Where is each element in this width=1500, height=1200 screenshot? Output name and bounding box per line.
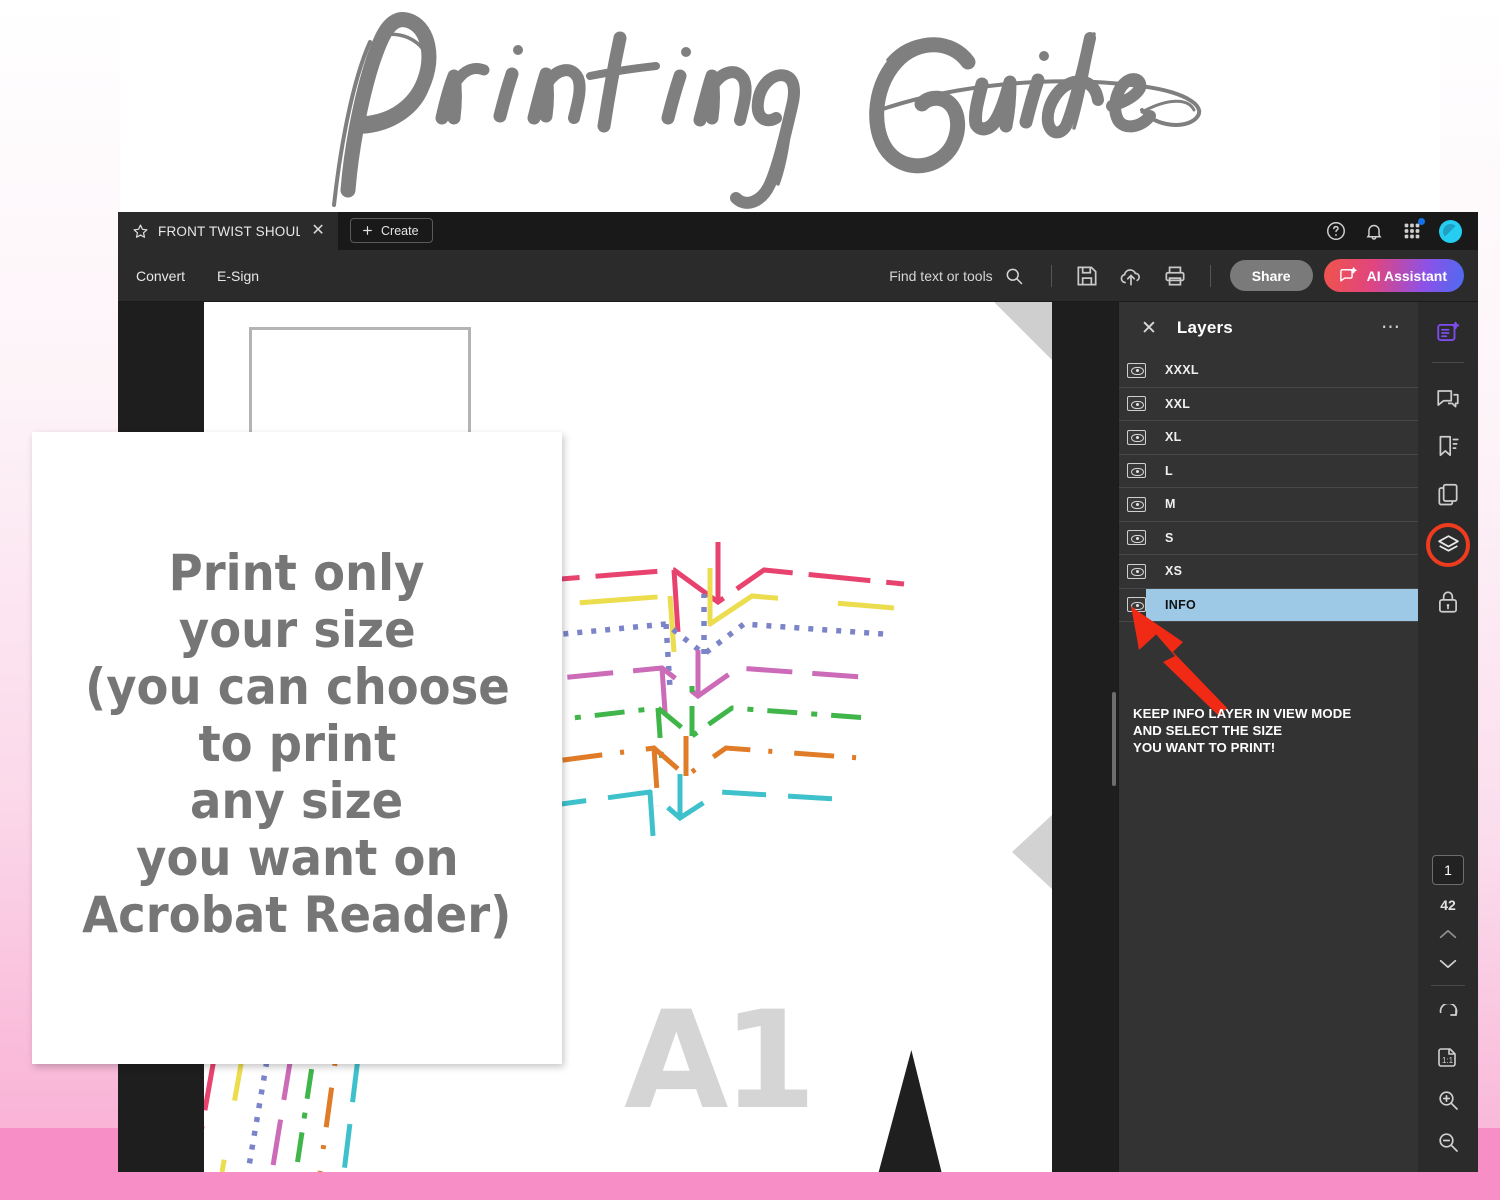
- plus-icon: [361, 224, 374, 237]
- titlebar-actions: [1325, 212, 1478, 250]
- create-button-label: Create: [381, 224, 419, 238]
- instruction-line: your size: [179, 602, 416, 659]
- help-icon[interactable]: [1325, 220, 1347, 242]
- layer-name: M: [1165, 497, 1176, 511]
- instruction-line: to print: [198, 716, 396, 773]
- layer-row[interactable]: M: [1119, 488, 1418, 522]
- document-tab[interactable]: FRONT TWIST SHOUL... ✕: [118, 212, 338, 250]
- visibility-icon[interactable]: [1127, 363, 1146, 378]
- pages-copy-icon[interactable]: [1435, 481, 1461, 507]
- layer-row[interactable]: XS: [1119, 555, 1418, 589]
- layer-row[interactable]: XL: [1119, 421, 1418, 455]
- zoom-in-icon[interactable]: [1436, 1088, 1460, 1112]
- comment-icon[interactable]: [1435, 385, 1461, 411]
- zoom-out-icon[interactable]: [1436, 1130, 1460, 1154]
- bell-icon[interactable]: [1363, 220, 1385, 242]
- layer-row[interactable]: XXL: [1119, 388, 1418, 422]
- rail-divider: [1432, 362, 1464, 363]
- layers-list: XXXL XXL XL L M S: [1119, 354, 1418, 622]
- visibility-icon[interactable]: [1127, 396, 1146, 411]
- share-button-label: Share: [1252, 268, 1291, 284]
- menu-convert[interactable]: Convert: [136, 268, 185, 284]
- layer-name: XXL: [1165, 397, 1190, 411]
- layer-name: S: [1165, 531, 1174, 545]
- cloud-upload-icon[interactable]: [1118, 263, 1144, 289]
- print-icon[interactable]: [1162, 263, 1188, 289]
- page-number-input[interactable]: 1: [1432, 855, 1464, 885]
- layers-panel: ✕ Layers ⋯ XXXL XXL XL L M: [1118, 302, 1418, 1172]
- chevron-down-icon[interactable]: [1437, 956, 1459, 971]
- layer-name: L: [1165, 464, 1173, 478]
- toolbar-divider: [1051, 265, 1052, 287]
- chevron-up-icon[interactable]: [1437, 927, 1459, 942]
- avatar[interactable]: [1439, 220, 1462, 243]
- close-icon[interactable]: ✕: [311, 223, 325, 239]
- layer-row[interactable]: XXXL: [1119, 354, 1418, 388]
- instruction-card: Print only your size (you can choose to …: [32, 432, 562, 1064]
- visibility-icon[interactable]: [1127, 530, 1146, 545]
- annotation-line: YOU WANT TO PRINT!: [1133, 740, 1411, 757]
- svg-text:1:1: 1:1: [1442, 1056, 1454, 1065]
- layers-icon[interactable]: [1426, 523, 1470, 567]
- apps-grid-icon[interactable]: [1401, 220, 1423, 242]
- find-placeholder: Find text or tools: [889, 268, 993, 284]
- instruction-line: you want on: [136, 830, 458, 887]
- rotate-icon[interactable]: [1436, 1004, 1460, 1028]
- right-tool-rail: 1 42 1:1: [1418, 302, 1478, 1172]
- visibility-icon[interactable]: [1127, 564, 1146, 579]
- toolbar-actions: Find text or tools Share: [889, 259, 1478, 292]
- notification-badge: [1418, 218, 1425, 225]
- visibility-icon[interactable]: [1127, 463, 1146, 478]
- annotation-line: KEEP INFO LAYER IN VIEW MODE: [1133, 706, 1411, 723]
- pager-controls: 1 42 1:1: [1431, 855, 1465, 1172]
- menu-esign[interactable]: E-Sign: [217, 268, 259, 284]
- annotation-line: AND SELECT THE SIZE: [1133, 723, 1411, 740]
- layer-row[interactable]: S: [1119, 522, 1418, 556]
- panel-scrollbar[interactable]: [1112, 692, 1116, 786]
- layers-panel-header: ✕ Layers ⋯: [1119, 302, 1418, 354]
- lock-icon[interactable]: [1435, 589, 1461, 615]
- page-total-label: 42: [1440, 897, 1456, 913]
- find-input[interactable]: Find text or tools: [889, 266, 1024, 286]
- ai-assistant-label: AI Assistant: [1367, 268, 1447, 284]
- layer-name: XL: [1165, 430, 1182, 444]
- toolbar-divider-2: [1210, 265, 1211, 287]
- bookmark-icon[interactable]: [1435, 433, 1461, 459]
- layers-panel-title: Layers: [1177, 318, 1233, 338]
- main-toolbar: Convert E-Sign Find text or tools Share: [118, 250, 1478, 302]
- visibility-icon[interactable]: [1127, 497, 1146, 512]
- ai-sparkle-icon: [1338, 266, 1358, 286]
- visibility-icon[interactable]: [1127, 430, 1146, 445]
- instruction-line: Print only: [169, 545, 425, 602]
- close-icon[interactable]: ✕: [1141, 319, 1157, 338]
- instruction-line: Acrobat Reader): [82, 887, 511, 944]
- annotation-text: KEEP INFO LAYER IN VIEW MODE AND SELECT …: [1133, 706, 1411, 757]
- instruction-line: any size: [190, 773, 403, 830]
- ai-assistant-button[interactable]: AI Assistant: [1324, 259, 1464, 292]
- actual-size-icon[interactable]: 1:1: [1436, 1046, 1460, 1070]
- share-button[interactable]: Share: [1230, 260, 1313, 291]
- save-icon[interactable]: [1074, 263, 1100, 289]
- layer-name: XXXL: [1165, 363, 1199, 377]
- more-options-icon[interactable]: ⋯: [1381, 322, 1402, 333]
- search-icon[interactable]: [1004, 266, 1024, 286]
- layer-name: XS: [1165, 564, 1182, 578]
- layer-row[interactable]: L: [1119, 455, 1418, 489]
- document-tab-label: FRONT TWIST SHOUL...: [158, 224, 300, 239]
- instruction-line: (you can choose: [85, 659, 510, 716]
- create-button[interactable]: Create: [350, 218, 433, 243]
- rail-divider-2: [1431, 985, 1465, 986]
- window-titlebar: FRONT TWIST SHOUL... ✕ Create: [118, 212, 1478, 250]
- star-icon[interactable]: [132, 223, 149, 240]
- ai-summary-icon[interactable]: [1435, 320, 1461, 346]
